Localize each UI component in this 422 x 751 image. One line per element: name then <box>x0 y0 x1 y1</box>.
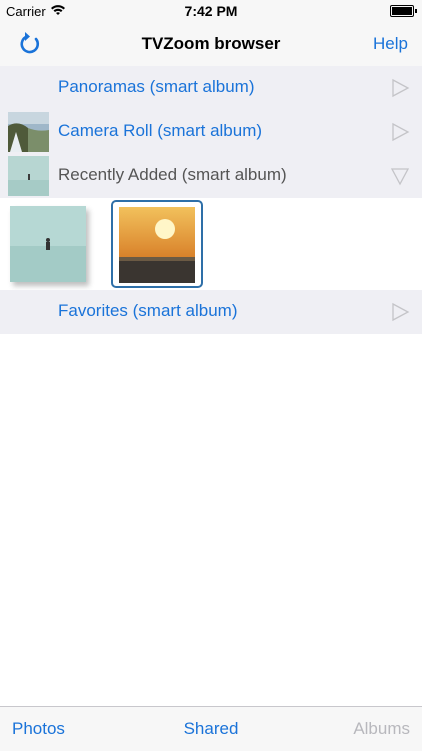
disclosure-down-icon[interactable] <box>390 166 410 186</box>
disclosure-right-icon[interactable] <box>390 122 410 142</box>
selected-photo-frame[interactable] <box>111 200 203 288</box>
page-title: TVZoom browser <box>141 34 281 53</box>
photo-thumbnail[interactable] <box>10 206 86 282</box>
album-row-favorites[interactable]: Favorites (smart album) <box>0 290 422 335</box>
album-label: Panoramas (smart album) <box>58 77 255 96</box>
status-bar: Carrier 7:42 PM <box>0 0 422 22</box>
album-label: Favorites (smart album) <box>58 301 238 320</box>
tab-albums[interactable]: Albums <box>353 719 410 739</box>
navigation-bar: TVZoom browser Help <box>0 22 422 67</box>
tab-bar: Photos Shared Albums <box>0 706 422 751</box>
album-label: Recently Added (smart album) <box>58 165 287 184</box>
album-thumbnail <box>8 156 49 196</box>
album-label: Camera Roll (smart album) <box>58 121 263 140</box>
album-thumbnail <box>8 112 49 152</box>
disclosure-right-icon[interactable] <box>390 302 410 322</box>
help-button[interactable]: Help <box>373 34 408 54</box>
battery-icon <box>390 5 417 17</box>
photo-thumbnail[interactable] <box>119 207 195 283</box>
clock: 7:42 PM <box>184 3 238 19</box>
album-row-panoramas[interactable]: Panoramas (smart album) <box>0 66 422 111</box>
album-photos <box>0 198 422 290</box>
album-row-camera-roll[interactable]: Camera Roll (smart album) <box>0 110 422 155</box>
album-row-recently-added[interactable]: Recently Added (smart album) <box>0 154 422 199</box>
disclosure-right-icon[interactable] <box>390 78 410 98</box>
